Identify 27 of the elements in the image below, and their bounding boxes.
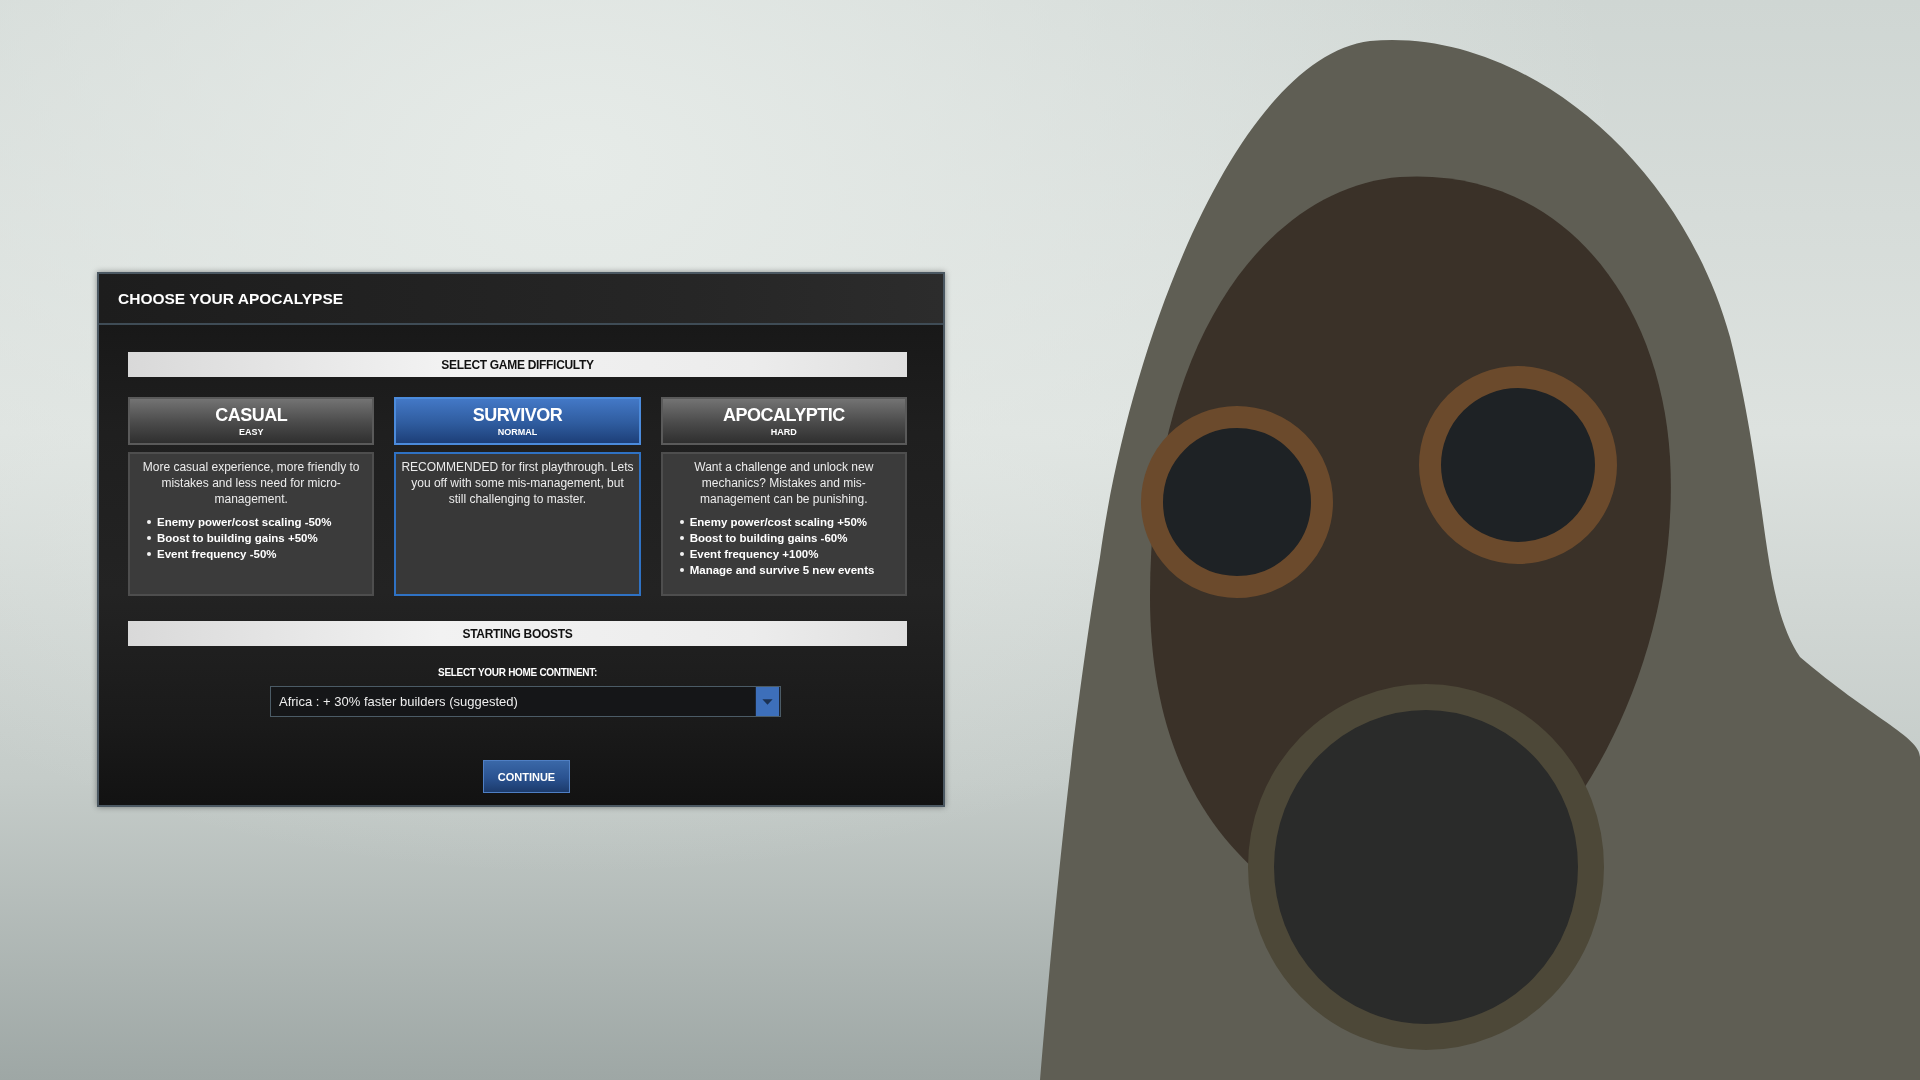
bullet-icon (679, 552, 684, 556)
bullet-icon (147, 536, 151, 540)
section-heading: STARTING BOOSTS (128, 621, 907, 646)
field-label: SELECT YOUR HOME CONTINENT: (438, 666, 597, 679)
difficulty-tab[interactable]: CASUAL EASY (128, 397, 375, 445)
section-heading: SELECT GAME DIFFICULTY (128, 352, 907, 377)
effect-text: Boost to building gains -60% (689, 532, 848, 544)
bullet-icon (679, 520, 684, 524)
difficulty-tab[interactable]: APOCALYPTIC HARD (660, 397, 907, 445)
effect-text: Enemy power/cost scaling +50% (689, 516, 868, 528)
caret-down-icon (755, 687, 780, 716)
description-text: Want a challenge and unlock new mechanics? Mistakes and mis-management can be punishing. (693, 459, 875, 507)
bullet-icon (147, 520, 151, 524)
effect-text: Event frequency -50% (157, 548, 277, 560)
bullet-icon (147, 552, 151, 556)
continent-dropdown[interactable]: Africa : + 30% faster builders (suggested) (270, 686, 781, 717)
effect-text: Boost to building gains +50% (157, 532, 318, 544)
bullet-icon (679, 568, 684, 572)
effect-text: Manage and survive 5 new events (689, 564, 875, 576)
dialog-title: CHOOSE YOUR APOCALYPSE (118, 289, 344, 308)
description-text: RECOMMENDED for first playthrough. Lets you off with some mis-management, but still challenging to master. (401, 459, 634, 507)
bullet-icon (679, 536, 684, 540)
effect-text: Enemy power/cost scaling -50% (157, 516, 332, 528)
difficulty-tab[interactable]: SURVIVOR NORMAL (394, 397, 641, 445)
description-text: More casual experience, more friendly to mistakes and less need for micro-management. (141, 459, 361, 507)
effect-text: Event frequency +100% (689, 548, 819, 560)
continue-button[interactable]: CONTINUE (483, 760, 570, 793)
